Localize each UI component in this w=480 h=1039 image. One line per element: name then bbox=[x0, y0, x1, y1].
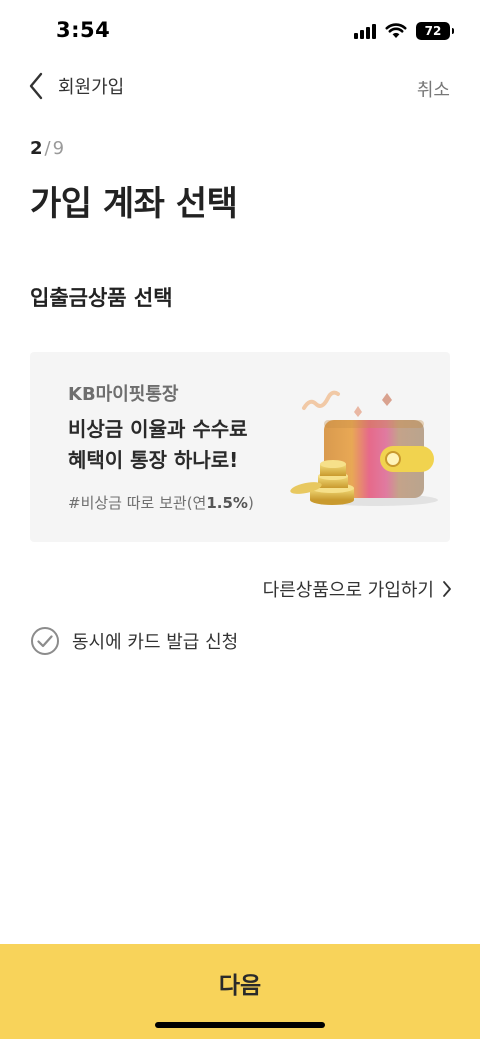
product-card[interactable]: KB마이핏통장 비상금 이율과 수수료 혜택이 통장 하나로! #비상금 따로 … bbox=[30, 352, 450, 542]
product-tag-rate: 1.5% bbox=[206, 494, 248, 512]
product-headline-line1: 비상금 이율과 수수료 bbox=[68, 417, 248, 441]
status-bar: 3:54 72 bbox=[0, 0, 480, 64]
page-title: 가입 계좌 선택 bbox=[30, 184, 238, 224]
home-indicator bbox=[155, 1022, 325, 1028]
card-issue-checkbox[interactable]: 동시에 카드 발급 신청 bbox=[30, 626, 238, 656]
other-products-link[interactable]: 다른상품으로 가입하기 bbox=[263, 576, 452, 602]
wifi-icon bbox=[385, 23, 407, 38]
check-circle-icon bbox=[31, 627, 59, 655]
product-tag: #비상금 따로 보관(연1.5%) bbox=[68, 492, 254, 513]
signal-icon bbox=[354, 23, 376, 39]
status-time: 3:54 bbox=[56, 18, 111, 42]
step-separator: / bbox=[44, 138, 51, 159]
step-total: 9 bbox=[52, 138, 65, 159]
back-label: 회원가입 bbox=[58, 77, 125, 98]
step-current: 2 bbox=[30, 138, 43, 159]
step-indicator: 2/9 bbox=[30, 138, 64, 159]
battery-icon: 72 bbox=[416, 22, 454, 40]
cancel-button[interactable]: 취소 bbox=[417, 76, 450, 102]
status-icons: 72 bbox=[354, 22, 454, 40]
product-name: KB마이핏통장 bbox=[68, 384, 179, 405]
product-headline: 비상금 이율과 수수료 혜택이 통장 하나로! bbox=[68, 414, 248, 476]
nav-header: 회원가입 취소 bbox=[0, 70, 480, 110]
card-issue-label: 동시에 카드 발급 신청 bbox=[72, 632, 239, 653]
section-title: 입출금상품 선택 bbox=[30, 286, 173, 310]
product-tag-suffix: ) bbox=[247, 494, 254, 512]
other-products-label: 다른상품으로 가입하기 bbox=[262, 580, 434, 601]
chevron-right-icon bbox=[443, 581, 451, 597]
wallet-with-coins-illustration bbox=[290, 390, 438, 506]
product-tag-prefix: #비상금 따로 보관(연 bbox=[68, 494, 207, 512]
product-headline-line2: 혜택이 통장 하나로! bbox=[68, 448, 239, 472]
chevron-left-icon bbox=[29, 72, 43, 100]
back-button[interactable]: 회원가입 bbox=[28, 72, 124, 100]
next-button-label: 다음 bbox=[218, 972, 262, 998]
